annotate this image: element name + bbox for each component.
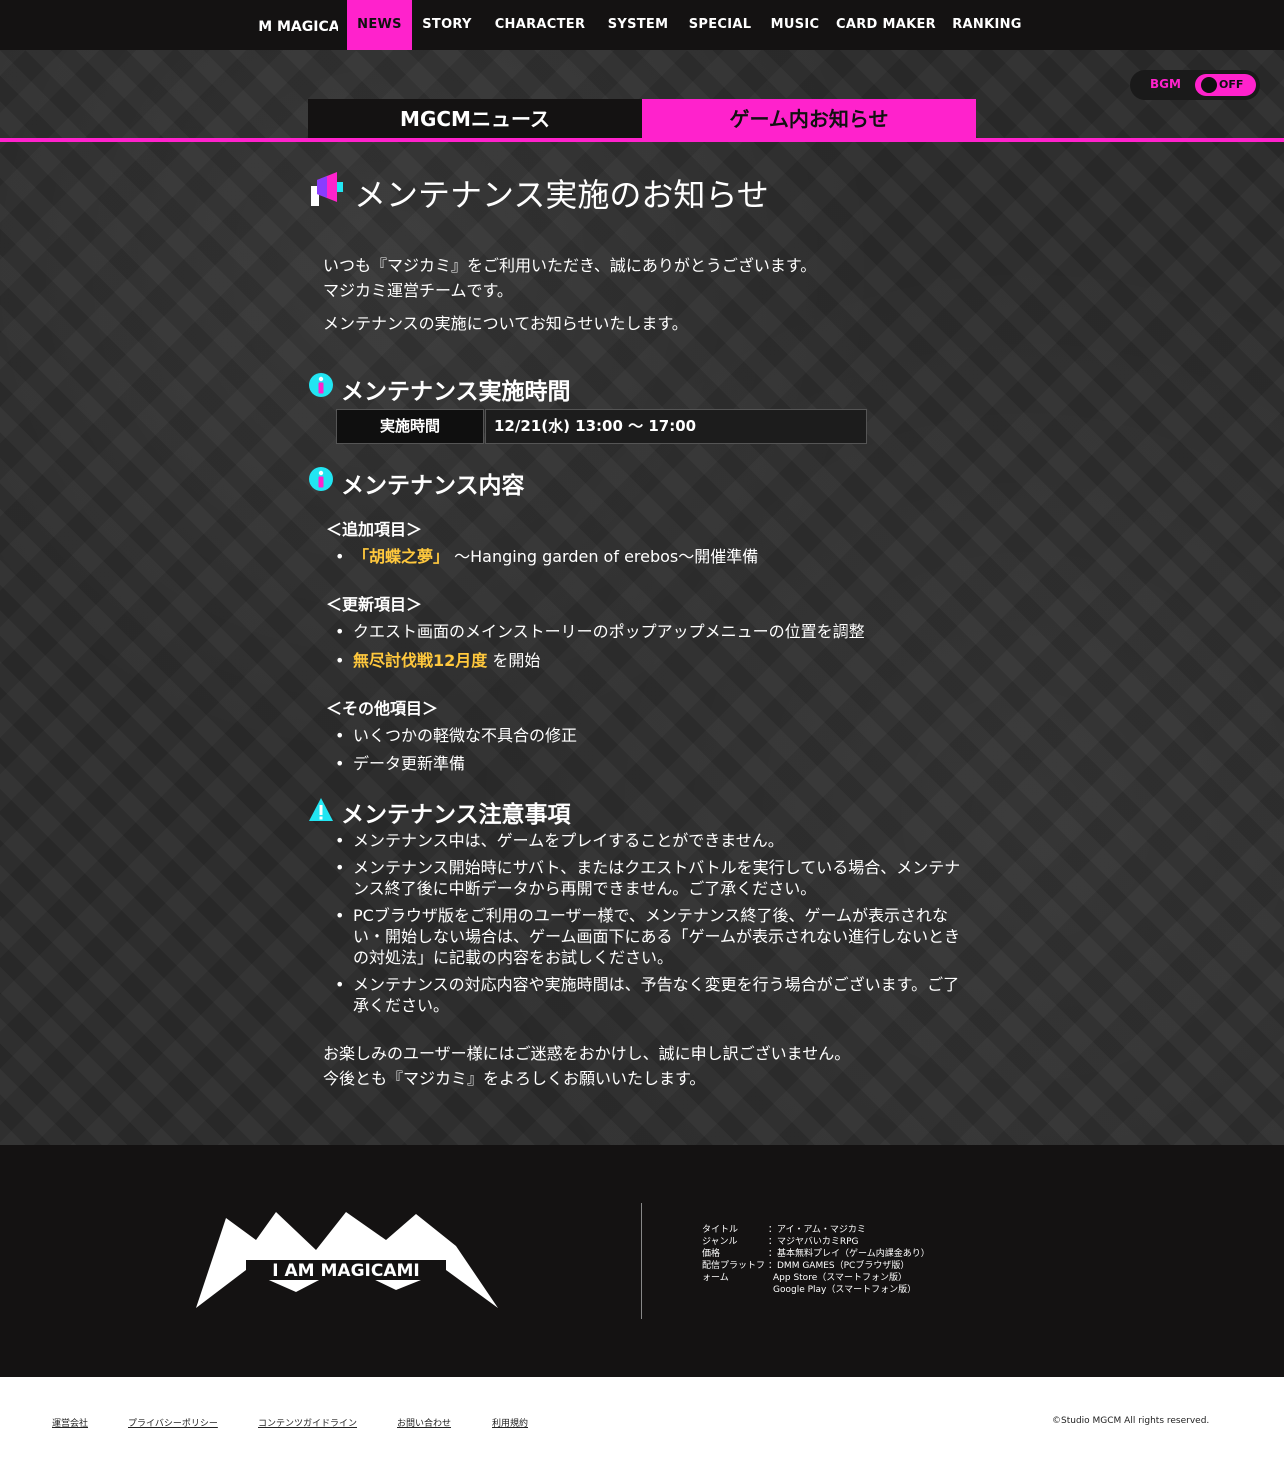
list-item: 「胡蝶之夢」 ～Hanging garden of erebos～開催準備 (335, 546, 965, 567)
nav-character[interactable]: CHARACTER (492, 0, 588, 50)
info-value: ：基本無料プレイ（ゲーム内課金あり） (768, 1249, 930, 1259)
info-row: ジャンル ：マジヤバいカミRPG (702, 1236, 858, 1248)
nav-system[interactable]: SYSTEM (604, 0, 672, 50)
bgm-toggle[interactable]: OFF (1195, 74, 1256, 96)
time-table-header: 実施時間 (336, 409, 484, 444)
list-item-text: ～Hanging garden of erebos～開催準備 (454, 547, 759, 566)
megaphone-icon (311, 172, 343, 206)
nav-special[interactable]: SPECIAL (686, 0, 754, 50)
info-row: タイトル ：アイ・アム・マジカミ (702, 1224, 866, 1236)
updated-items-label: ＜更新項目＞ (326, 595, 423, 614)
tab-ingame-notice[interactable]: ゲーム内お知らせ (642, 99, 976, 139)
info-row: Google Play（スマートフォン版） (773, 1285, 917, 1295)
info-value: ：DMM GAMES（PCブラウザ版） (768, 1261, 910, 1271)
info-icon (309, 373, 333, 397)
list-item: メンテナンス中は、ゲームをプレイすることができません。 (335, 830, 965, 851)
copyright: ©Studio MGCM All rights reserved. (1052, 1416, 1210, 1426)
time-table-value: 12/21(水) 13:00 ～ 17:00 (485, 409, 867, 444)
toggle-knob (1201, 77, 1217, 93)
footer-divider (641, 1203, 642, 1319)
tab-underline (0, 138, 1284, 142)
list-item: メンテナンス開始時にサバト、またはクエストバトルを実行している場合、メンテナンス… (335, 857, 965, 899)
tab-mgcm-news[interactable]: MGCMニュース (308, 99, 642, 139)
list-item: データ更新準備 (335, 753, 965, 774)
link-contact[interactable]: お問い合わせ (397, 1416, 451, 1429)
top-navigation: I AM MAGICAMI NEWS STORY CHARACTER SYSTE… (0, 0, 1284, 50)
info-key: ジャンル (702, 1237, 738, 1247)
bgm-control: BGM OFF (1130, 70, 1260, 100)
section-title-time: メンテナンス実施時間 (341, 379, 571, 405)
info-icon (309, 467, 333, 491)
nav-news[interactable]: NEWS (347, 0, 412, 50)
info-row: App Store（スマートフォン版） (773, 1273, 907, 1283)
nav-story[interactable]: STORY (416, 0, 478, 50)
link-terms[interactable]: 利用規約 (492, 1416, 528, 1429)
list-item: 無尽討伐戦12月度 を開始 (335, 650, 965, 671)
logo-text: I AM MAGICAMI (258, 19, 338, 35)
closing-line-2: 今後とも『マジカミ』をよろしくお願いいたします。 (323, 1069, 706, 1088)
info-value: ：アイ・アム・マジカミ (768, 1225, 866, 1235)
nav-music[interactable]: MUSIC (768, 0, 822, 50)
info-value: ：マジヤバいカミRPG (768, 1237, 859, 1247)
list-item: PCブラウザ版をご利用のユーザー様で、メンテナンス終了後、ゲームが表示されない・… (335, 905, 965, 968)
footer (0, 1145, 1284, 1377)
section-title-content: メンテナンス内容 (341, 473, 525, 499)
warning-icon (309, 798, 333, 821)
info-key: タイトル (702, 1225, 739, 1235)
list-item: メンテナンスの対応内容や実施時間は、予告なく変更を行う場合がございます。ご了承く… (335, 974, 965, 1016)
footer-logo: I AM MAGICAMI (196, 1212, 498, 1308)
nav-card-maker[interactable]: CARD MAKER (836, 0, 936, 50)
intro-line-2: マジカミ運営チームです。 (323, 281, 513, 300)
closing-line-1: お楽しみのユーザー様にはご迷惑をおかけし、誠に申し訳ございません。 (323, 1044, 851, 1063)
link-company[interactable]: 運営会社 (52, 1416, 88, 1429)
intro-line-3: メンテナンスの実施についてお知らせいたします。 (323, 314, 688, 333)
nav-ranking[interactable]: RANKING (950, 0, 1024, 50)
footer-logo-text: I AM MAGICAMI (272, 1261, 419, 1281)
link-privacy-policy[interactable]: プライバシーポリシー (128, 1416, 218, 1429)
magicami-logo[interactable]: I AM MAGICAMI (258, 11, 338, 39)
event-link[interactable]: 「胡蝶之夢」 (353, 547, 449, 566)
added-items-label: ＜追加項目＞ (326, 520, 423, 539)
page-title: メンテナンス実施のお知らせ (354, 176, 769, 214)
link-content-guideline[interactable]: コンテンツガイドライン (258, 1416, 357, 1429)
bgm-state: OFF (1219, 78, 1244, 91)
bgm-label: BGM (1150, 77, 1181, 91)
info-row: 価格 ：基本無料プレイ（ゲーム内課金あり） (702, 1248, 930, 1260)
list-item-text: を開始 (492, 651, 541, 670)
info-key: 配信プラットフォーム (702, 1261, 766, 1283)
info-key: 価格 (702, 1249, 721, 1259)
battle-link[interactable]: 無尽討伐戦12月度 (353, 651, 487, 670)
list-item: クエスト画面のメインストーリーのポップアップメニューの位置を調整 (335, 621, 965, 642)
list-item: いくつかの軽微な不具合の修正 (335, 725, 965, 746)
section-title-notes: メンテナンス注意事項 (341, 802, 571, 828)
other-items-label: ＜その他項目＞ (326, 699, 439, 718)
intro-line-1: いつも『マジカミ』をご利用いただき、誠にありがとうございます。 (323, 256, 817, 275)
